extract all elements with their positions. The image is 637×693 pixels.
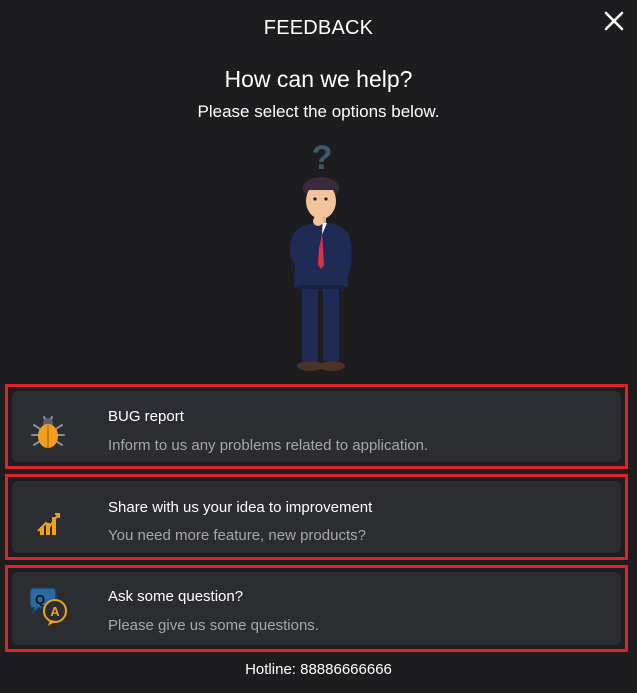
bug-icon [31,416,65,448]
growth-chart-icon [37,513,60,535]
option-card: BUG report Inform to us any problems rel… [12,391,621,462]
option-title: Share with us your idea to improvement [108,499,373,516]
bug-report-option[interactable]: BUG report Inform to us any problems rel… [5,384,628,469]
svg-text:?: ? [312,139,333,177]
dialog-title: FEEDBACK [263,17,374,39]
ask-question-option[interactable]: Q A Ask some question? Please give us so… [5,565,628,652]
option-title: BUG report [108,408,184,425]
option-card: Share with us your idea to improvement Y… [12,481,621,553]
svg-text:Q: Q [35,592,45,607]
share-idea-option[interactable]: Share with us your idea to improvement Y… [5,474,628,560]
thinking-man-illustration: ? [289,139,352,371]
qa-bubbles-icon: Q A [29,587,67,626]
option-card: Q A Ask some question? Please give us so… [12,572,621,645]
hotline-text: Hotline: 88886666666 [245,661,392,678]
option-description: You need more feature, new products? [108,527,366,544]
help-heading: How can we help? [224,66,413,92]
close-button[interactable] [601,8,627,34]
svg-text:A: A [50,604,60,619]
option-description: Please give us some questions. [108,617,319,634]
option-title: Ask some question? [108,588,244,605]
close-icon [604,11,624,31]
help-subheading: Please select the options below. [197,102,440,121]
option-description: Inform to us any problems related to app… [108,437,429,454]
